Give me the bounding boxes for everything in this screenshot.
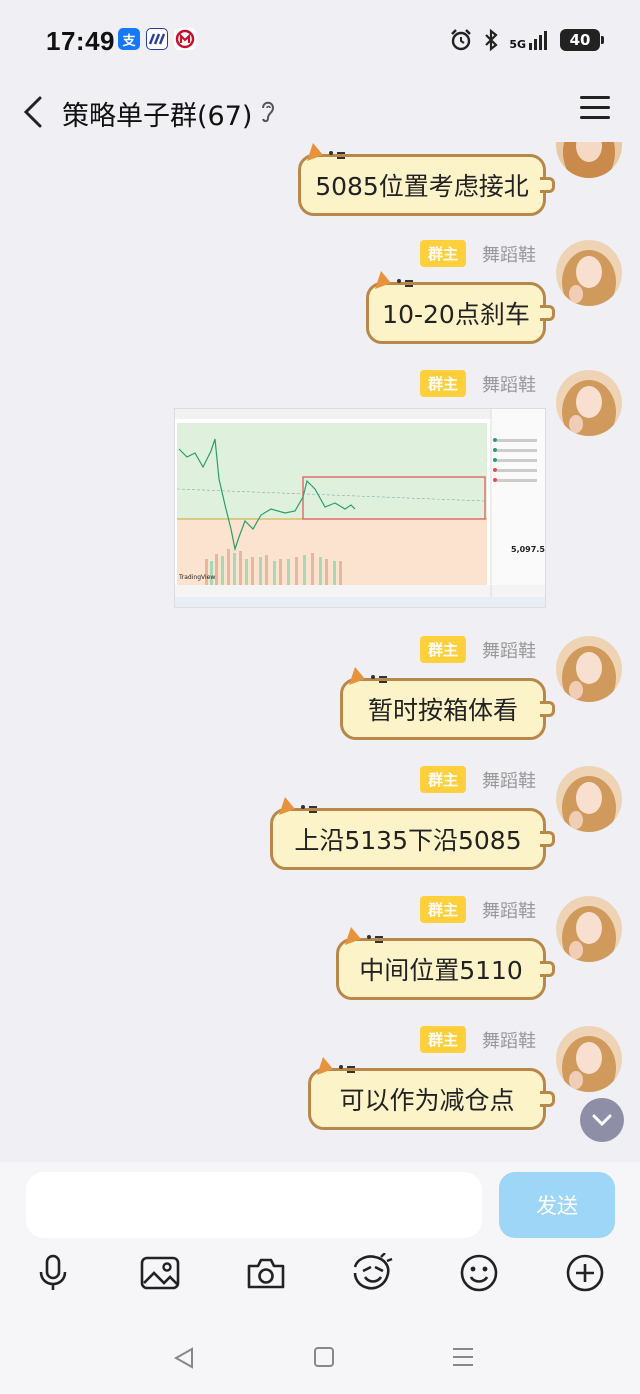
triangle-back-icon <box>173 1347 193 1369</box>
menu-line <box>580 116 610 119</box>
chart-brand-label: TradingView <box>179 574 216 581</box>
message-text: 上沿5135下沿5085 <box>294 826 522 855</box>
system-nav-bar <box>0 1338 640 1378</box>
message-text: 暂时按箱体看 <box>367 696 518 725</box>
image-button[interactable] <box>137 1250 183 1296</box>
message-text: 5085位置考虑接北 <box>315 172 529 201</box>
sender-name: 舞蹈鞋 <box>482 770 536 792</box>
avatar[interactable] <box>556 370 622 436</box>
system-recents-button[interactable] <box>451 1346 475 1372</box>
message-bubble[interactable]: 上沿5135下沿5085 <box>270 797 555 870</box>
message-bubble[interactable]: 10-20点刹车 <box>366 271 555 344</box>
menu-line <box>580 106 610 109</box>
more-button[interactable] <box>562 1250 608 1296</box>
status-time: 17:49 <box>46 26 115 56</box>
message-text: 10-20点刹车 <box>382 300 530 329</box>
cat-decoration-icon <box>317 1057 355 1075</box>
menu-line <box>580 96 610 99</box>
back-button[interactable] <box>18 90 54 134</box>
alipay-icon: 支 <box>118 28 140 50</box>
signal-icon <box>529 31 547 50</box>
camera-button[interactable] <box>243 1250 289 1296</box>
camera-icon <box>247 1258 285 1289</box>
system-back-button[interactable] <box>172 1346 196 1374</box>
ear-icon <box>262 101 275 123</box>
owner-badge: 群主 <box>419 896 466 923</box>
battery-icon: 40 <box>560 29 604 51</box>
owner-badge: 群主 <box>419 766 466 793</box>
message-text: 可以作为减仓点 <box>339 1086 515 1115</box>
message-input[interactable] <box>26 1172 482 1238</box>
avatar[interactable] <box>556 896 622 962</box>
input-bar: 发送 <box>0 1162 640 1394</box>
message-bubble[interactable]: 暂时按箱体看 <box>340 667 555 740</box>
microphone-icon <box>39 1254 67 1290</box>
message-meta: 群主 舞蹈鞋 <box>419 636 536 663</box>
system-home-button[interactable] <box>313 1346 335 1372</box>
network-type: 5G <box>509 38 526 51</box>
emoji-icon <box>460 1254 498 1292</box>
plus-icon <box>566 1254 604 1292</box>
message-meta: 群主 舞蹈鞋 <box>419 766 536 793</box>
avatar[interactable] <box>556 1026 622 1092</box>
avatar[interactable] <box>556 240 622 306</box>
chat-title: 策略单子群(67) <box>62 101 253 132</box>
avatar[interactable] <box>556 142 622 178</box>
message-meta: 群主 舞蹈鞋 <box>419 240 536 267</box>
menu-lines-icon <box>453 1348 473 1366</box>
chevron-down-icon <box>592 1114 612 1127</box>
avatar[interactable] <box>556 766 622 832</box>
sender-name: 舞蹈鞋 <box>482 640 536 662</box>
cat-decoration-icon <box>345 927 383 945</box>
owner-badge: 群主 <box>419 1026 466 1053</box>
message-text: 中间位置5110 <box>359 956 523 985</box>
message-meta: 群主 舞蹈鞋 <box>419 1026 536 1053</box>
cat-decoration-icon <box>349 667 387 685</box>
sticker-icon <box>353 1253 393 1290</box>
emoji-button[interactable] <box>456 1250 502 1296</box>
message-meta: 群主 舞蹈鞋 <box>419 370 536 397</box>
cat-decoration-icon <box>375 271 413 289</box>
image-icon <box>140 1256 180 1290</box>
bluetooth-icon <box>485 28 498 52</box>
owner-badge: 群主 <box>419 240 466 267</box>
square-home-icon <box>314 1347 334 1367</box>
chart-price-label: 5,097.56 <box>511 545 545 554</box>
chevron-left-icon <box>23 96 42 128</box>
status-bar: 17:49 支 5G 40 <box>0 0 640 84</box>
notification-icons: 支 <box>118 28 196 50</box>
sender-name: 舞蹈鞋 <box>482 244 536 266</box>
message-bubble[interactable]: 可以作为减仓点 <box>308 1057 555 1130</box>
scroll-to-bottom-button[interactable] <box>580 1098 624 1142</box>
unionpay-icon <box>146 28 168 50</box>
signal-indicator: 5G <box>509 29 550 51</box>
alarm-icon <box>451 29 472 51</box>
message-bubble[interactable]: 5085位置考虑接北 <box>298 143 555 216</box>
cat-decoration-icon <box>279 797 317 815</box>
input-toolbar <box>0 1250 640 1300</box>
owner-badge: 群主 <box>419 636 466 663</box>
chat-area[interactable]: 5085位置考虑接北 群主 舞蹈鞋 10-20点刹车 群主 舞蹈鞋 5,097.… <box>0 142 640 1162</box>
sticker-button[interactable] <box>349 1250 395 1296</box>
send-button[interactable]: 发送 <box>499 1172 615 1238</box>
cat-decoration-icon <box>307 143 345 161</box>
sender-name: 舞蹈鞋 <box>482 1030 536 1052</box>
sender-name: 舞蹈鞋 <box>482 900 536 922</box>
message-bubble[interactable]: 中间位置5110 <box>336 927 555 1000</box>
message-meta: 群主 舞蹈鞋 <box>419 896 536 923</box>
status-right: 5G 40 <box>449 28 604 52</box>
owner-badge: 群主 <box>419 370 466 397</box>
avatar[interactable] <box>556 636 622 702</box>
bank-icon <box>174 28 196 50</box>
sender-name: 舞蹈鞋 <box>482 374 536 396</box>
nav-bar: 策略单子群(67) <box>0 84 640 142</box>
voice-button[interactable] <box>30 1250 76 1296</box>
menu-button[interactable] <box>580 96 610 124</box>
chart-image[interactable]: 5,097.56 TradingView <box>174 408 546 608</box>
